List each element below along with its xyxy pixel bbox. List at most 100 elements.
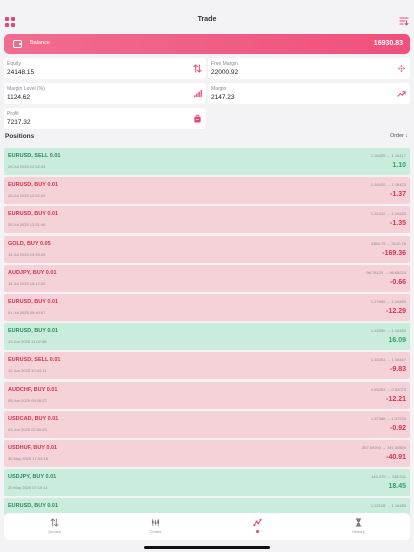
position-prices: 1.15353 → 1.16447 — [370, 357, 406, 363]
position-symbol: EURUSD, BUY 0.01 — [8, 299, 59, 305]
position-symbol: EURUSD, BUY 0.01 — [8, 182, 59, 189]
positions-heading: Positions — [5, 133, 35, 140]
position-profit: -12.21 — [386, 395, 406, 403]
position-symbol: EURUSD, BUY 0.01 — [8, 211, 59, 218]
position-prices: 3368.75 → 3120.76 — [370, 240, 406, 246]
position-prices: 1.37388 → 1.37235 — [370, 415, 406, 421]
position-symbol: EURUSD, BUY 0.01 — [8, 328, 59, 335]
position-row[interactable]: EURUSD, BUY 0.01 28 Jul 2025 12:51:49 1.16… — [4, 206, 410, 234]
page-title: Trade — [197, 16, 217, 23]
position-date: 28 Jul 2025 12:52:29 — [8, 193, 46, 199]
arrows-updown-icon — [193, 64, 202, 73]
position-date: 12 Jun 2025 10:44:11 — [8, 368, 47, 374]
position-prices: 144.370 → 148.011 — [371, 474, 406, 480]
equity-value: 24148.15 — [7, 69, 35, 76]
position-profit: -0.66 — [390, 278, 406, 286]
tab-history-label: History — [352, 529, 365, 534]
tab-charts[interactable]: Charts — [105, 513, 206, 540]
profit-card: Profit 7217.32 — [4, 108, 206, 129]
position-prices: 1.12128 → 1.16433 — [370, 503, 406, 509]
trade-icon — [253, 518, 262, 527]
wallet-icon — [13, 40, 22, 48]
arrow-down-icon: ↓ — [405, 133, 408, 139]
position-row[interactable]: USDCAD, BUY 0.01 03 Jun 2025 02:00:20 1.37… — [4, 410, 410, 438]
position-prices: 1.16420 → 1.16423 — [370, 182, 406, 188]
position-prices: 96.78120 → 96.68224 — [366, 269, 406, 275]
position-row[interactable]: GOLD, BUY 0.05 14 Jul 2025 19:39:25 3368.7… — [4, 235, 410, 263]
tab-charts-label: Charts — [149, 529, 162, 534]
filter-icon[interactable] — [399, 16, 409, 26]
equity-card: Equity 24148.15 — [4, 58, 206, 79]
position-row[interactable]: EURUSD, BUY 0.01 13 Jun 2025 11:02:39 1.14… — [4, 323, 410, 351]
free-margin-card: Free Margin 22000.92 — [208, 58, 410, 79]
active-tab-indicator — [256, 530, 259, 533]
position-row[interactable]: AUDCHF, BUY 0.01 05 Jun 2025 09:18:22 0.53… — [4, 381, 410, 409]
order-sort-button[interactable]: Order↓ — [390, 133, 408, 139]
position-symbol: USDHUF, BUY 0.01 — [8, 445, 58, 451]
position-date: 30 May 2025 17:04:18 — [8, 456, 48, 461]
charts-icon — [151, 518, 160, 527]
equity-label: Equity — [7, 61, 21, 67]
tab-quotes-label: Quotes — [48, 529, 61, 534]
position-row[interactable]: EURUSD, BUY 0.01 01 Jul 2025 09:40:07 1.17… — [4, 294, 410, 321]
position-row[interactable]: USDHUF, BUY 0.01 30 May 2025 17:04:18 357.… — [4, 440, 410, 467]
position-symbol: AUDCHF, BUY 0.01 — [8, 386, 58, 393]
position-prices: 1.17869 → 1.16455 — [370, 299, 406, 304]
balance-card: Balance 16930.83 — [4, 34, 410, 54]
position-row[interactable]: EURUSD, SELL 0.01 28 Jul 2025 12:52:34 1.1… — [4, 148, 410, 175]
margin-level-value: 1124.62 — [7, 94, 31, 101]
home-indicator — [144, 546, 270, 549]
tab-history[interactable]: History — [308, 513, 409, 540]
position-symbol: USDCAD, BUY 0.01 — [8, 415, 59, 422]
position-prices: 1.14550 → 1.16433 — [370, 328, 406, 334]
position-symbol: EURUSD, SELL 0.01 — [8, 153, 61, 159]
position-prices: 1.16432 → 1.16433 — [370, 211, 406, 217]
position-date: 14 Jul 2025 19:39:25 — [8, 251, 46, 257]
position-profit: 16.09 — [388, 337, 406, 345]
quotes-icon — [50, 518, 59, 527]
balance-label: Balance — [30, 40, 50, 46]
signal-bars-icon — [193, 89, 202, 98]
position-profit: -9.83 — [390, 366, 406, 374]
free-margin-value: 22000.92 — [211, 69, 239, 76]
position-prices: 1.16425 → 1.16417 — [370, 153, 406, 158]
tab-trade[interactable] — [207, 513, 308, 540]
margin-card: Margin 2147.23 — [208, 83, 410, 104]
position-row[interactable]: EURUSD, BUY 0.01 28 Jul 2025 12:52:29 1.16… — [4, 177, 410, 205]
tab-quotes[interactable]: Quotes — [4, 513, 105, 540]
position-row[interactable]: EURUSD, SELL 0.01 12 Jun 2025 10:44:11 1.1… — [4, 352, 410, 380]
position-date: 20 May 2025 07:15:11 — [8, 485, 48, 491]
position-profit: -0.92 — [390, 424, 406, 432]
profit-label: Profit — [7, 111, 19, 117]
position-profit: -40.91 — [386, 454, 406, 461]
position-symbol: EURUSD, BUY 0.01 — [8, 503, 59, 510]
position-profit: 1.10 — [392, 162, 406, 169]
position-prices: 0.53253 → 0.52075 — [370, 386, 406, 392]
trend-icon — [397, 91, 406, 97]
move-icon — [397, 64, 406, 73]
position-prices: 357.09200 → 341.35500 — [361, 445, 406, 450]
margin-label: Margin — [211, 86, 227, 92]
balance-value: 16930.83 — [373, 40, 403, 47]
margin-level-card: Margin Level (%) 1124.62 — [4, 83, 206, 104]
margin-level-label: Margin Level (%) — [7, 86, 45, 92]
bottom-tab-bar: Quotes Charts History — [4, 513, 410, 540]
position-symbol: AUDJPY, BUY 0.01 — [8, 269, 57, 276]
position-profit: -169.36 — [382, 249, 406, 257]
position-row[interactable]: USDJPY, BUY 0.01 20 May 2025 07:15:11 144.… — [4, 469, 410, 497]
position-date: 01 Jul 2025 09:40:07 — [8, 310, 46, 315]
position-date: 28 Jul 2025 12:52:34 — [8, 164, 46, 169]
margin-value: 2147.23 — [211, 94, 235, 101]
position-row[interactable]: AUDJPY, BUY 0.01 14 Jul 2025 15:12:20 96.7… — [4, 264, 410, 292]
position-symbol: GOLD, BUY 0.05 — [8, 240, 51, 247]
position-profit: -1.37 — [390, 191, 406, 199]
position-symbol: EURUSD, SELL 0.01 — [8, 357, 61, 364]
position-date: 05 Jun 2025 09:18:22 — [8, 397, 47, 403]
history-icon — [355, 518, 362, 527]
position-date: 13 Jun 2025 11:02:39 — [8, 339, 47, 345]
position-profit: -12.29 — [386, 308, 406, 315]
profit-value: 7217.32 — [7, 119, 31, 126]
position-date: 14 Jul 2025 15:12:20 — [8, 280, 46, 286]
order-label: Order — [389, 133, 404, 139]
top-bar: Trade — [0, 0, 414, 34]
